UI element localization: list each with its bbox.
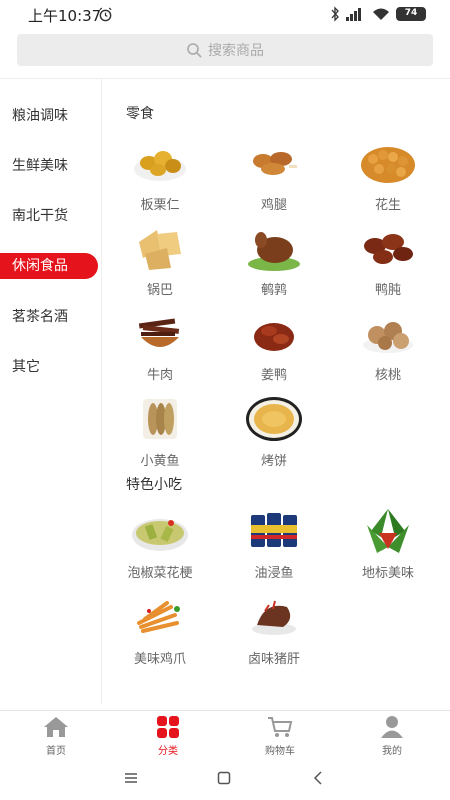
rice-crisp-icon — [139, 230, 181, 270]
sidebar-item-label: 生鲜美味 — [12, 158, 68, 174]
bluetooth-icon — [331, 6, 339, 22]
sidebar-item-other[interactable]: 其它 — [0, 354, 98, 380]
category-icon — [157, 716, 179, 738]
product-name: 姜鸭 — [260, 368, 287, 383]
product-name: 鸡腿 — [260, 198, 287, 213]
sidebar-item-label: 南北干货 — [12, 208, 68, 224]
sidebar-item-dried-goods[interactable]: 南北干货 — [0, 203, 98, 229]
wifi-icon — [373, 8, 389, 20]
nav-label: 首页 — [46, 746, 66, 757]
section-title-snacks: 零食 — [126, 106, 154, 122]
cart-icon — [268, 717, 293, 737]
product-item[interactable]: 油浸鱼 — [224, 507, 324, 591]
product-name: 板栗仁 — [140, 198, 180, 213]
product-name: 美味鸡爪 — [133, 652, 186, 667]
user-icon — [381, 716, 403, 738]
chicken-feet-icon — [137, 601, 180, 633]
product-name: 花生 — [374, 198, 401, 213]
walnut-icon — [363, 322, 413, 353]
product-name: 鹌鹑 — [260, 283, 287, 298]
menu-icon[interactable] — [124, 772, 138, 784]
home-icon — [44, 717, 68, 737]
sidebar-item-grain-oil[interactable]: 粮油调味 — [0, 103, 98, 129]
product-item[interactable]: 泡椒菜花梗 — [110, 507, 210, 591]
product-item[interactable]: 锅巴 — [110, 224, 210, 308]
product-item[interactable]: 小黄鱼 — [110, 395, 210, 479]
product-name: 油浸鱼 — [254, 566, 294, 581]
product-item[interactable]: 鸡腿 — [224, 139, 324, 223]
search-input[interactable]: 搜索商品 — [17, 34, 433, 66]
nav-category[interactable]: 分类 — [112, 711, 224, 759]
product-name: 烤饼 — [260, 454, 287, 469]
drumstick-icon — [253, 152, 297, 175]
quail-icon — [248, 232, 300, 271]
pickled-vegetable-icon — [132, 519, 188, 551]
nav-label: 我的 — [382, 746, 402, 757]
nav-profile[interactable]: 我的 — [336, 711, 448, 759]
product-item[interactable]: 姜鸭 — [224, 309, 324, 393]
product-item[interactable]: 花生 — [338, 139, 438, 223]
back-icon[interactable] — [312, 771, 324, 785]
nav-cart[interactable]: 购物车 — [224, 711, 336, 759]
status-icons: 74 — [330, 6, 426, 22]
sidebar-item-snacks[interactable]: 休闲食品 — [0, 253, 98, 279]
zongzi-icon — [367, 509, 409, 553]
product-item[interactable]: 鹌鹑 — [224, 224, 324, 308]
product-item[interactable]: 鸭肫 — [338, 224, 438, 308]
nav-home[interactable]: 首页 — [0, 711, 112, 759]
product-grid: 零食 板栗仁 鸡腿 花生 锅巴 鹌鹑 鸭肫 牛肉 姜鸭 核桃 小黄鱼 烤饼 特色… — [102, 79, 450, 704]
sidebar-item-label: 休闲食品 — [12, 258, 68, 274]
battery-icon: 74 — [396, 7, 426, 21]
small-fish-icon — [143, 399, 177, 439]
product-name: 泡椒菜花梗 — [127, 566, 193, 581]
product-name: 牛肉 — [146, 368, 173, 383]
status-time: 上午10:37 — [28, 7, 102, 25]
bottom-nav: 首页 分类 购物车 我的 — [0, 710, 450, 758]
peanut-icon — [361, 147, 415, 183]
product-name: 锅巴 — [146, 283, 173, 298]
ginger-duck-icon — [254, 323, 294, 351]
nav-label: 购物车 — [265, 746, 295, 757]
product-name: 卤味猪肝 — [247, 652, 300, 667]
sidebar-item-label: 其它 — [12, 359, 40, 375]
sidebar-item-label: 粮油调味 — [12, 108, 68, 124]
product-name: 鸭肫 — [374, 283, 401, 298]
product-name: 地标美味 — [361, 566, 414, 581]
category-sidebar: 粮油调味 生鲜美味 南北干货 休闲食品 茗茶名酒 其它 — [0, 79, 102, 704]
search-bar: 搜索商品 — [0, 34, 450, 78]
beef-jerky-icon — [138, 318, 180, 347]
product-name: 小黄鱼 — [140, 454, 180, 469]
sidebar-item-tea-wine[interactable]: 茗茶名酒 — [0, 304, 98, 330]
product-item[interactable]: 卤味猪肝 — [224, 593, 324, 677]
duck-gizzard-icon — [364, 234, 413, 264]
search-placeholder: 搜索商品 — [208, 43, 264, 59]
nav-label: 分类 — [158, 746, 178, 757]
section-title-specialty: 特色小吃 — [126, 477, 182, 493]
product-name: 核桃 — [374, 368, 401, 383]
baked-cake-icon — [246, 397, 302, 441]
product-item[interactable]: 板栗仁 — [110, 139, 210, 223]
product-item[interactable]: 美味鸡爪 — [110, 593, 210, 677]
product-item[interactable]: 烤饼 — [224, 395, 324, 479]
product-item[interactable]: 地标美味 — [338, 507, 438, 591]
status-bar: 上午10:37 74 — [0, 0, 450, 30]
home-square-icon[interactable] — [217, 771, 231, 785]
signal-icon — [346, 8, 361, 21]
search-icon — [187, 43, 202, 58]
product-item[interactable]: 核桃 — [338, 309, 438, 393]
sidebar-item-label: 茗茶名酒 — [12, 309, 68, 325]
system-nav-bar — [0, 758, 450, 800]
product-item[interactable]: 牛肉 — [110, 309, 210, 393]
chestnut-icon — [134, 151, 186, 181]
pork-liver-icon — [252, 600, 296, 635]
sidebar-item-fresh[interactable]: 生鲜美味 — [0, 153, 98, 179]
alarm-icon — [99, 7, 112, 22]
canned-fish-icon — [251, 513, 297, 547]
